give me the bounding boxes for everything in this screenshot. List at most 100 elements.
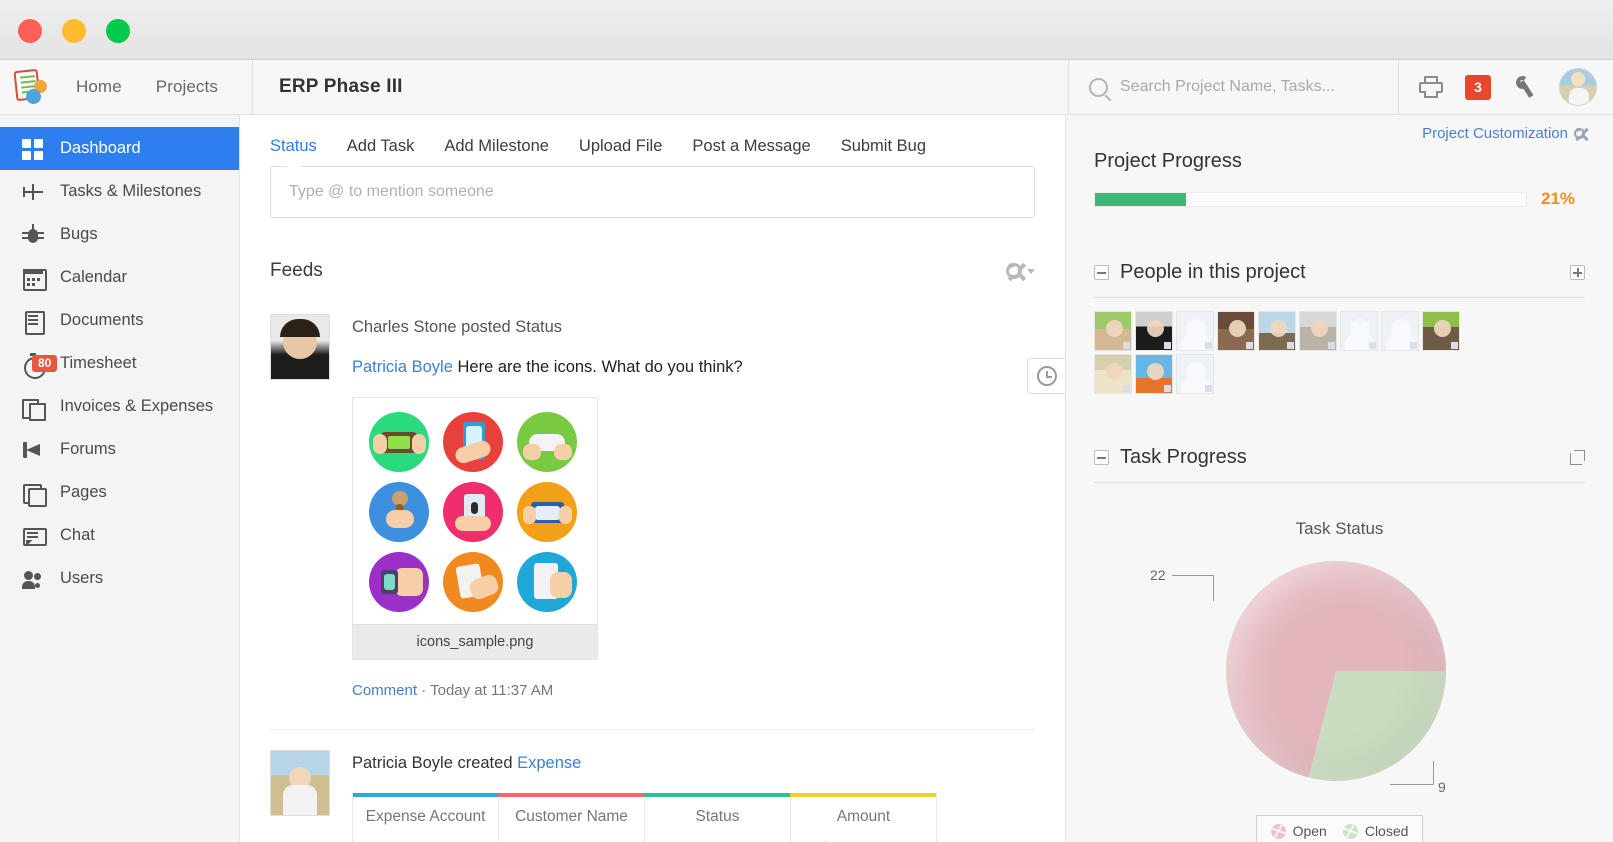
- app-logo[interactable]: [0, 60, 62, 115]
- sidebar-item-bugs[interactable]: Bugs: [0, 213, 239, 256]
- icon-thumb-game-controller: [517, 412, 577, 472]
- sidebar-item-calendar[interactable]: Calendar: [0, 256, 239, 299]
- tab-submit-bug[interactable]: Submit Bug: [841, 137, 926, 166]
- collapse-icon[interactable]: [1094, 450, 1109, 465]
- table-cell: Customer Name Florence Capital: [498, 793, 645, 842]
- sidebar-item-forums[interactable]: Forums: [0, 428, 239, 471]
- users-icon: [22, 568, 44, 590]
- chat-icon: [22, 525, 47, 547]
- icon-thumb-smartwatch: [369, 552, 429, 612]
- close-window-button[interactable]: [18, 19, 42, 43]
- avatar[interactable]: [1559, 68, 1597, 106]
- sidebar-item-label: Documents: [60, 311, 144, 329]
- feeds-settings-button[interactable]: [1006, 263, 1035, 279]
- project-progress-title: Project Progress: [1094, 150, 1242, 172]
- icon-thumb-voice-recording-phone: [443, 482, 503, 542]
- pie-graphic[interactable]: [1226, 561, 1446, 781]
- icon-thumb-tablet-writing: [443, 552, 503, 612]
- person-avatar[interactable]: [1135, 311, 1173, 351]
- sidebar-item-documents[interactable]: Documents: [0, 299, 239, 342]
- cell-value: Florence Capital: [503, 826, 640, 842]
- person-avatar[interactable]: [1176, 354, 1214, 394]
- person-avatar[interactable]: [1340, 311, 1378, 351]
- sidebar-item-label: Pages: [60, 483, 107, 501]
- sidebar-item-invoices-expenses[interactable]: Invoices & Expenses: [0, 385, 239, 428]
- collapse-icon[interactable]: [1094, 265, 1109, 280]
- feed-item: Charles Stone posted Status Patricia Boy…: [240, 282, 1065, 699]
- person-avatar[interactable]: [1135, 354, 1173, 394]
- person-avatar[interactable]: [1217, 311, 1255, 351]
- sidebar-item-chat[interactable]: Chat: [0, 514, 239, 557]
- status-input-container[interactable]: [270, 166, 1035, 218]
- history-clock-icon: [1036, 366, 1057, 386]
- calendar-icon: [22, 267, 47, 291]
- tab-add-task[interactable]: Add Task: [347, 137, 415, 166]
- tab-upload-file[interactable]: Upload File: [579, 137, 662, 166]
- table-cell: Status Non-Billable: [644, 793, 791, 842]
- nav-item-projects[interactable]: Projects: [156, 77, 218, 97]
- task-progress-title: Task Progress: [1120, 446, 1247, 468]
- app-window: Home Projects ERP Phase III 3 Dashboard: [0, 0, 1613, 842]
- action-tabs: Status Add Task Add Milestone Upload Fil…: [240, 115, 1065, 166]
- comment-link[interactable]: Comment: [352, 682, 417, 699]
- table-cell: Amount $50,400.00: [790, 793, 937, 842]
- people-section-header: People in this project: [1094, 209, 1585, 284]
- sidebar-item-pages[interactable]: Pages: [0, 471, 239, 514]
- meta-separator: ·: [421, 682, 427, 699]
- maximize-window-button[interactable]: [106, 19, 130, 43]
- people-avatar-grid: [1094, 298, 1466, 394]
- search-icon: [1089, 77, 1108, 97]
- sidebar-item-timesheet[interactable]: Timesheet 80: [0, 342, 239, 385]
- person-avatar[interactable]: [1299, 311, 1337, 351]
- progress-bar-track: [1094, 191, 1527, 207]
- sidebar-item-label: Forums: [60, 440, 116, 458]
- status-input[interactable]: [289, 183, 1016, 201]
- feed-timestamp: Today at 11:37 AM: [430, 682, 554, 699]
- sidebar-item-users[interactable]: Users: [0, 557, 239, 600]
- legend-item-closed[interactable]: Closed: [1342, 823, 1408, 839]
- dashboard-icon: [22, 138, 44, 160]
- person-avatar[interactable]: [1422, 311, 1460, 351]
- avatar[interactable]: [270, 314, 330, 380]
- minimize-window-button[interactable]: [62, 19, 86, 43]
- page-title: ERP Phase III: [278, 76, 403, 97]
- tab-post-a-message[interactable]: Post a Message: [692, 137, 810, 166]
- person-avatar[interactable]: [1094, 311, 1132, 351]
- legend-label: Open: [1292, 823, 1327, 839]
- avatar[interactable]: [270, 750, 330, 816]
- person-avatar[interactable]: [1176, 311, 1214, 351]
- project-customization-link[interactable]: Project Customization: [1094, 115, 1585, 142]
- tab-add-milestone[interactable]: Add Milestone: [444, 137, 549, 166]
- top-navigation-bar: Home Projects ERP Phase III 3: [0, 59, 1613, 115]
- person-avatar[interactable]: [1258, 311, 1296, 351]
- mention-link[interactable]: Patricia Boyle: [352, 358, 453, 376]
- table-cell: Expense Account Advance Tax: [352, 793, 499, 842]
- sidebar-item-tasks-milestones[interactable]: Tasks & Milestones: [0, 170, 239, 213]
- nav-item-home[interactable]: Home: [76, 77, 122, 97]
- attachment-preview: [353, 398, 597, 624]
- feeds-header: Feeds: [240, 218, 1065, 282]
- notification-badge[interactable]: 3: [1465, 74, 1491, 100]
- person-avatar[interactable]: [1094, 354, 1132, 394]
- search-container[interactable]: [1068, 59, 1398, 115]
- search-input[interactable]: [1120, 78, 1385, 96]
- feeds-title: Feeds: [270, 260, 323, 281]
- legend-item-open[interactable]: Open: [1270, 823, 1327, 839]
- open-external-icon[interactable]: [1570, 450, 1585, 465]
- tab-status[interactable]: Status: [270, 137, 317, 166]
- pie-label-closed: 9: [1438, 779, 1446, 795]
- attachment-card[interactable]: icons_sample.png: [352, 397, 598, 660]
- icon-thumb-handheld-console: [369, 412, 429, 472]
- chart-legend: Open Closed: [1255, 815, 1424, 842]
- print-icon[interactable]: [1419, 76, 1443, 98]
- feed-meta: Comment · Today at 11:37 AM: [352, 660, 1035, 699]
- top-nav-links: Home Projects: [62, 77, 218, 97]
- sidebar-item-dashboard[interactable]: Dashboard: [0, 127, 239, 170]
- chart-title: Task Status: [1295, 519, 1384, 538]
- project-customization-label: Project Customization: [1422, 125, 1568, 142]
- expense-link[interactable]: Expense: [517, 754, 581, 772]
- add-user-button[interactable]: [1570, 265, 1585, 280]
- person-avatar[interactable]: [1381, 311, 1419, 351]
- activity-history-button[interactable]: [1027, 358, 1065, 394]
- wrench-icon[interactable]: [1513, 74, 1537, 99]
